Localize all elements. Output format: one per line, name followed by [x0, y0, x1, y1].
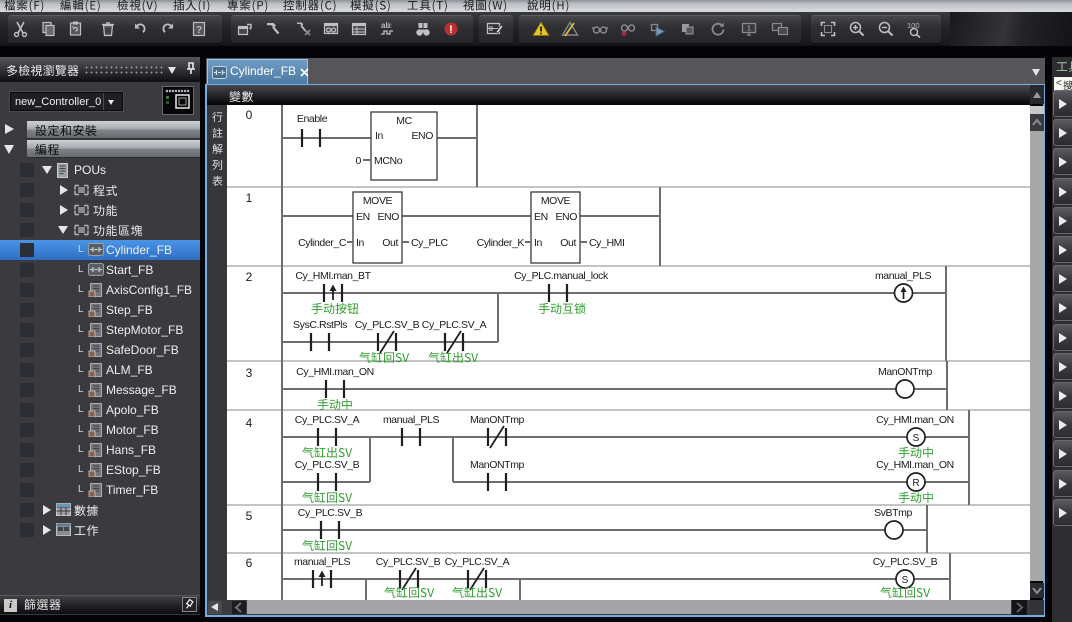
- svg-text:Out: Out: [560, 237, 576, 249]
- svg-text:0: 0: [246, 108, 253, 122]
- svg-text:4: 4: [246, 416, 253, 430]
- svg-text:S: S: [902, 575, 909, 586]
- svg-text:SvBTmp: SvBTmp: [874, 507, 912, 519]
- svg-text:Cy_HMI.man_ON: Cy_HMI.man_ON: [876, 414, 954, 426]
- svg-text:Out: Out: [382, 237, 398, 249]
- svg-text:R: R: [912, 478, 919, 489]
- svg-text:2: 2: [246, 270, 253, 284]
- svg-text:Cy_PLC.SV_B: Cy_PLC.SV_B: [873, 556, 938, 568]
- svg-text:MCNo: MCNo: [374, 155, 403, 167]
- svg-text:?: ?: [196, 25, 202, 36]
- svg-text:In: In: [375, 130, 384, 142]
- svg-text:1: 1: [246, 191, 253, 205]
- svg-text:c: c: [388, 21, 392, 30]
- svg-text:manual_PLS: manual_PLS: [875, 270, 932, 282]
- svg-text:Cylinder_C: Cylinder_C: [298, 237, 347, 249]
- svg-text:SysC.RstPls: SysC.RstPls: [293, 319, 347, 331]
- svg-text:ENO: ENO: [411, 130, 433, 142]
- svg-text:EN: EN: [534, 211, 548, 223]
- svg-text:6: 6: [246, 556, 253, 570]
- svg-text:Cy_HMI.man_ON: Cy_HMI.man_ON: [876, 459, 954, 471]
- svg-text:Cy_PLC.SV_A: Cy_PLC.SV_A: [445, 556, 510, 568]
- svg-text:EN: EN: [356, 211, 370, 223]
- svg-text:5: 5: [246, 509, 253, 523]
- svg-text:manual_PLS: manual_PLS: [383, 414, 440, 426]
- svg-text:Cy_PLC.SV_B: Cy_PLC.SV_B: [295, 459, 360, 471]
- svg-text:Cy_HMI.man_ON: Cy_HMI.man_ON: [296, 366, 374, 378]
- svg-text:Cy_PLC.SV_B: Cy_PLC.SV_B: [298, 507, 363, 519]
- svg-text:ManONTmp: ManONTmp: [470, 414, 525, 426]
- svg-text:Cy_HMI: Cy_HMI: [589, 237, 625, 249]
- svg-text:Cy_PLC.SV_B: Cy_PLC.SV_B: [355, 319, 420, 331]
- svg-text:ManONTmp: ManONTmp: [878, 366, 933, 378]
- svg-text:Enable: Enable: [297, 113, 328, 125]
- svg-text:MC: MC: [396, 115, 412, 127]
- svg-text:Cy_PLC.SV_B: Cy_PLC.SV_B: [376, 556, 441, 568]
- svg-text:Cy_PLC.manual_lock: Cy_PLC.manual_lock: [514, 270, 609, 282]
- svg-text:Cy_PLC.SV_A: Cy_PLC.SV_A: [422, 319, 487, 331]
- svg-text:1: 1: [747, 26, 751, 33]
- svg-text:Cylinder_K: Cylinder_K: [477, 237, 525, 249]
- svg-text:Cy_PLC.SV_A: Cy_PLC.SV_A: [295, 414, 360, 426]
- svg-text:MOVE: MOVE: [541, 195, 571, 207]
- svg-text:!: !: [449, 24, 453, 36]
- svg-text:0: 0: [356, 155, 362, 167]
- svg-text:Cy_HMI.man_BT: Cy_HMI.man_BT: [295, 270, 371, 282]
- svg-text:ENO: ENO: [555, 211, 577, 223]
- svg-text:3: 3: [246, 366, 253, 380]
- svg-text:ENO: ENO: [377, 211, 399, 223]
- svg-text:S: S: [913, 433, 920, 444]
- svg-text:MOVE: MOVE: [363, 195, 393, 207]
- svg-text:In: In: [534, 237, 543, 249]
- svg-text:manual_PLS: manual_PLS: [294, 556, 351, 568]
- svg-text:In: In: [356, 237, 365, 249]
- svg-text:ManONTmp: ManONTmp: [470, 459, 525, 471]
- svg-text:Cy_PLC: Cy_PLC: [411, 237, 449, 249]
